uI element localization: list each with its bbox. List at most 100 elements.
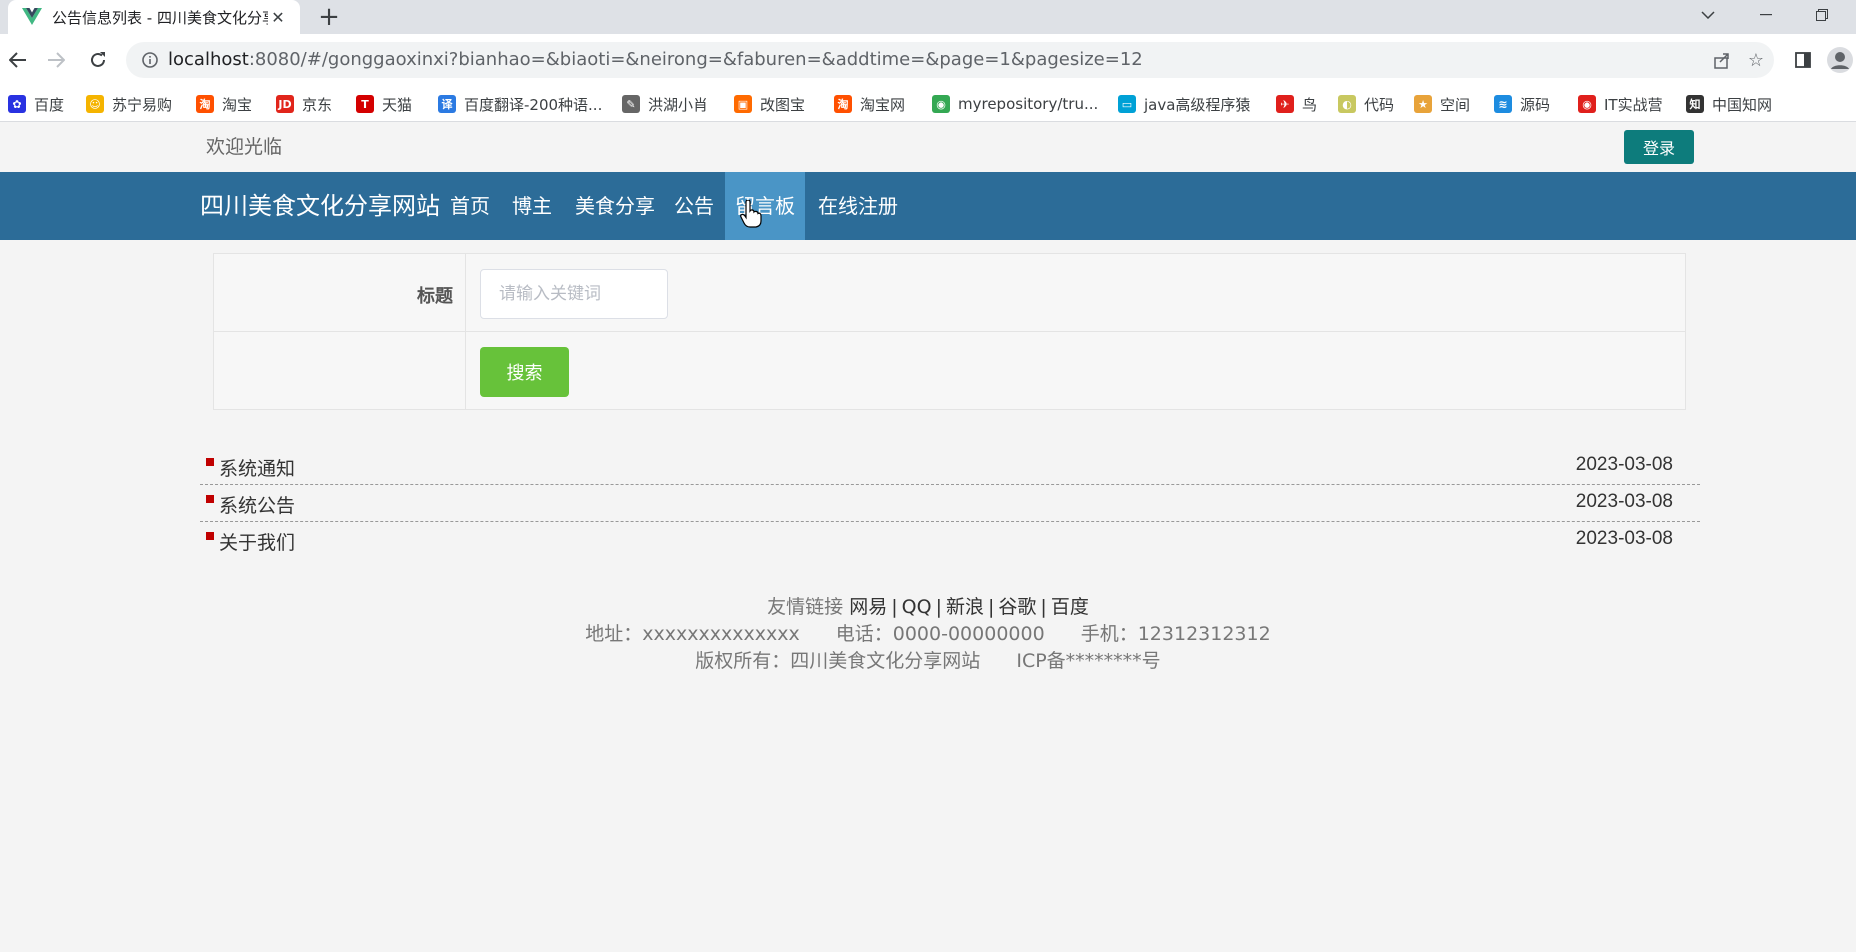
- bookmark-item[interactable]: ≋ 源码: [1494, 92, 1550, 116]
- contact-info: 地址：xxxxxxxxxxxxxx 电话：0000-00000000 手机：12…: [0, 621, 1856, 648]
- image-icon: ▣: [734, 95, 752, 113]
- share-icon[interactable]: [1710, 48, 1734, 72]
- search-row-actions: 搜索: [214, 332, 1685, 410]
- link-google[interactable]: 谷歌: [998, 596, 1036, 618]
- nav-notices[interactable]: 公告: [664, 172, 724, 240]
- star-icon[interactable]: ☆: [1744, 48, 1768, 72]
- translate-icon: 译: [438, 95, 456, 113]
- page-content: 欢迎光临 登录 四川美食文化分享网站 首页 博主 美食分享 公告 留言板 在线注…: [0, 122, 1856, 952]
- notice-title[interactable]: 系统公告: [219, 491, 295, 518]
- tmall-icon: T: [356, 95, 374, 113]
- address-bar[interactable]: localhost:8080/#/gonggaoxinxi?bianhao=&b…: [126, 42, 1774, 78]
- nav-food-share[interactable]: 美食分享: [565, 172, 665, 240]
- title-label: 标题: [417, 286, 453, 307]
- bookmark-item[interactable]: 淘淘宝: [196, 92, 252, 116]
- main-navbar: 四川美食文化分享网站 首页 博主 美食分享 公告 留言板 在线注册: [0, 172, 1856, 240]
- bookmark-item[interactable]: ✈ 鸟: [1276, 92, 1317, 116]
- bookmark-label: 淘宝网: [860, 95, 906, 114]
- friend-links-label: 友情链接: [767, 596, 844, 618]
- bookmark-item[interactable]: ◉ IT实战营: [1578, 92, 1663, 116]
- url-text: localhost:8080/#/gonggaoxinxi?bianhao=&b…: [168, 49, 1143, 70]
- bookmark-label: 改图宝: [760, 95, 806, 114]
- search-label-cell: 标题: [214, 254, 466, 331]
- bullet-icon: [206, 532, 214, 540]
- back-icon[interactable]: [2, 44, 34, 76]
- bird-icon: ✈: [1276, 95, 1294, 113]
- notice-date: 2023-03-08: [1575, 491, 1673, 512]
- fish-icon: ≋: [1494, 95, 1512, 113]
- search-form: 标题 搜索: [213, 253, 1686, 410]
- link-qq[interactable]: QQ: [902, 596, 932, 618]
- bookmark-item[interactable]: 淘淘宝网: [834, 92, 905, 116]
- bookmark-item[interactable]: ✿ 百度: [8, 92, 64, 116]
- restore-icon[interactable]: [1794, 0, 1850, 30]
- bookmark-label: 天猫: [382, 95, 413, 114]
- bookmark-item[interactable]: T 天猫: [356, 92, 412, 116]
- bookmark-label: 代码: [1364, 95, 1395, 114]
- bookmark-label: 鸟: [1302, 95, 1318, 114]
- mobile-text: 手机：12312312312: [1080, 623, 1271, 645]
- bookmark-item[interactable]: 知中国知网: [1686, 92, 1772, 116]
- list-item[interactable]: 系统通知 2023-03-08: [200, 448, 1700, 485]
- footer: 友情链接 网易 | QQ | 新浪 | 谷歌 | 百度 地址：xxxxxxxxxxxxxx 电话…: [0, 594, 1856, 675]
- feather-icon: ✎: [622, 95, 640, 113]
- bookmark-label: 百度翻译-200种语...: [464, 95, 603, 114]
- list-item[interactable]: 关于我们 2023-03-08: [200, 522, 1700, 559]
- reload-icon[interactable]: [82, 44, 114, 76]
- taobao-icon: 淘: [834, 95, 852, 113]
- tab-title: 公告信息列表 - 四川美食文化分享: [52, 8, 268, 27]
- notice-title[interactable]: 关于我们: [219, 528, 295, 555]
- welcome-text: 欢迎光临: [206, 136, 283, 158]
- browser-tab[interactable]: 公告信息列表 - 四川美食文化分享 ✕: [8, 0, 300, 34]
- close-icon[interactable]: ✕: [268, 7, 288, 27]
- code-icon: ◐: [1338, 95, 1356, 113]
- forward-icon[interactable]: [40, 44, 72, 76]
- lion-icon: ☺: [86, 95, 104, 113]
- friend-links: 友情链接 网易 | QQ | 新浪 | 谷歌 | 百度: [767, 596, 1089, 618]
- chevron-down-icon[interactable]: [1680, 0, 1736, 30]
- new-tab-icon[interactable]: +: [314, 2, 344, 32]
- bookmark-item[interactable]: ▭ java高级程序猿: [1118, 92, 1250, 116]
- cnki-icon: 知: [1686, 95, 1704, 113]
- nav-register[interactable]: 在线注册: [808, 172, 908, 240]
- login-button[interactable]: 登录: [1624, 130, 1694, 164]
- hand-cursor-icon: [740, 200, 762, 228]
- nav-message-board[interactable]: 留言板: [725, 172, 805, 240]
- search-button[interactable]: 搜索: [480, 347, 569, 397]
- bookmark-item[interactable]: ◉ myrepository/tru...: [932, 92, 1098, 116]
- bookmark-item[interactable]: ◐ 代码: [1338, 92, 1394, 116]
- bookmark-label: 百度: [34, 95, 65, 114]
- bookmark-item[interactable]: ✎ 洪湖小肖: [622, 92, 708, 116]
- link-netease[interactable]: 网易: [849, 596, 887, 618]
- qzone-icon: ★: [1414, 95, 1432, 113]
- vue-icon: [22, 7, 42, 27]
- nav-home[interactable]: 首页: [440, 172, 500, 240]
- bullet-icon: [206, 495, 214, 503]
- bookmark-item[interactable]: ☺ 苏宁易购: [86, 92, 172, 116]
- bookmark-label: 源码: [1520, 95, 1551, 114]
- link-sina[interactable]: 新浪: [946, 596, 984, 618]
- minimize-icon[interactable]: [1738, 0, 1794, 30]
- top-bar: 欢迎光临 登录: [0, 122, 1856, 172]
- bookmark-label: 洪湖小肖: [648, 95, 709, 114]
- bookmark-label: 淘宝: [222, 95, 253, 114]
- jd-icon: JD: [276, 95, 294, 113]
- sidebar-icon[interactable]: [1789, 46, 1817, 74]
- bilibili-icon: ▭: [1118, 95, 1136, 113]
- title-search-input[interactable]: [480, 269, 668, 319]
- bookmark-item[interactable]: 译百度翻译-200种语...: [438, 92, 602, 116]
- link-baidu[interactable]: 百度: [1051, 596, 1089, 618]
- bookmark-label: java高级程序猿: [1144, 95, 1251, 114]
- profile-icon[interactable]: [1826, 46, 1854, 74]
- bookmark-label: 京东: [302, 95, 333, 114]
- info-icon[interactable]: [140, 50, 160, 70]
- bookmark-item[interactable]: ★ 空间: [1414, 92, 1470, 116]
- list-item[interactable]: 系统公告 2023-03-08: [200, 485, 1700, 522]
- browser-tab-bar: 公告信息列表 - 四川美食文化分享 ✕ +: [0, 0, 1856, 34]
- nav-bloggers[interactable]: 博主: [502, 172, 562, 240]
- bookmark-item[interactable]: ▣ 改图宝: [734, 92, 805, 116]
- site-title[interactable]: 四川美食文化分享网站: [200, 172, 440, 240]
- notice-title[interactable]: 系统通知: [219, 454, 295, 481]
- notice-list: 系统通知 2023-03-08 系统公告 2023-03-08 关于我们 202…: [200, 448, 1700, 559]
- bookmark-item[interactable]: JD 京东: [276, 92, 332, 116]
